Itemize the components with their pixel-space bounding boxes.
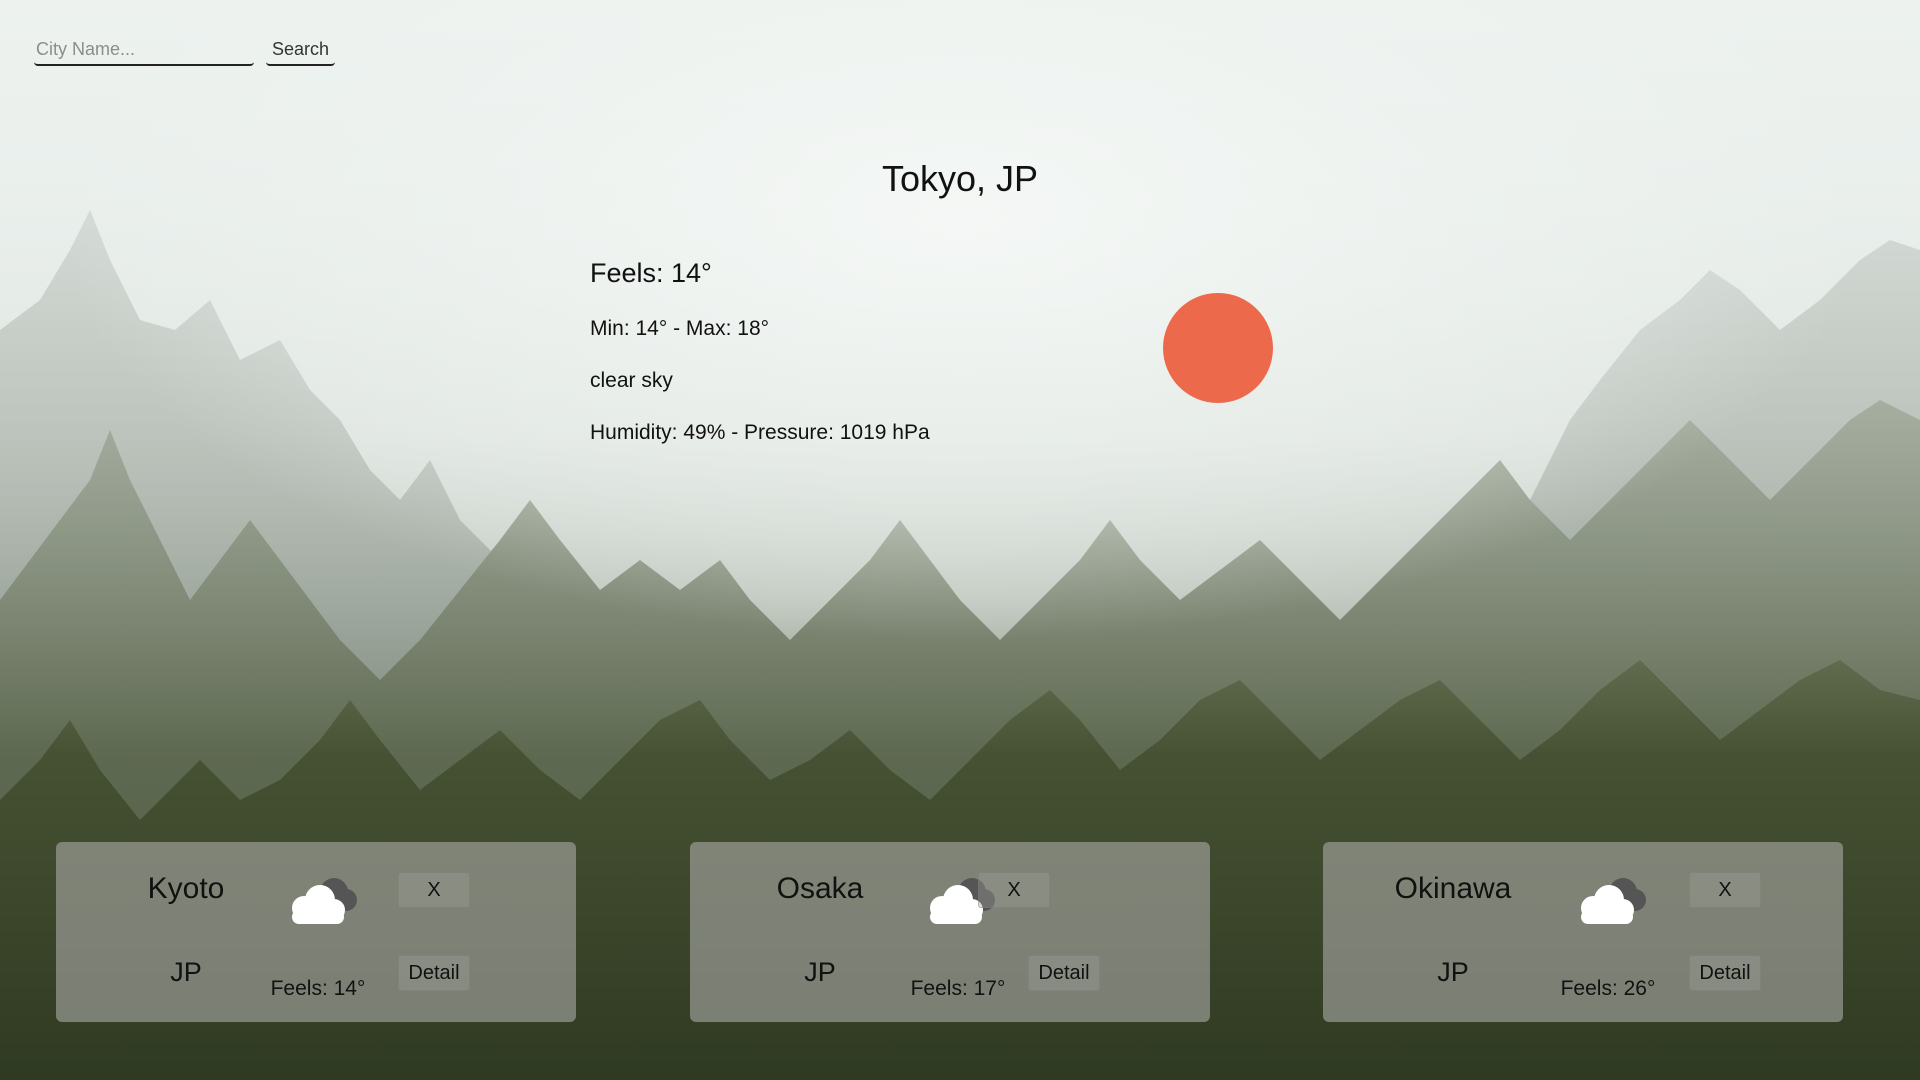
city-search-input[interactable] — [34, 34, 254, 66]
search-bar: Search — [34, 34, 336, 66]
close-card-button[interactable]: X — [978, 872, 1050, 908]
current-city-title: Tokyo, JP — [881, 158, 1039, 199]
card-feels-temp: Feels: 26° — [1560, 977, 1656, 1000]
city-card-okinawa: Okinawa X JP Feels: 26° Detail — [1323, 842, 1843, 1022]
city-card-kyoto: Kyoto X JP Feels: 14° Detail — [56, 842, 576, 1022]
sun-icon — [1163, 293, 1273, 403]
search-button[interactable]: Search — [266, 34, 336, 66]
close-card-button[interactable]: X — [1689, 872, 1761, 908]
card-city-name: Okinawa — [1394, 872, 1512, 905]
card-feels-temp: Feels: 14° — [270, 977, 366, 1000]
city-card-osaka: Osaka X JP Feels: 17° Detail — [690, 842, 1210, 1022]
weather-app: Search Tokyo, JP Feels: 14° Min: 14° - M… — [0, 0, 1920, 1080]
current-description: clear sky — [590, 369, 673, 392]
current-weather-details: Feels: 14° Min: 14° - Max: 18° clear sky… — [590, 258, 930, 473]
current-feels-temp: Feels: 14° — [590, 258, 712, 288]
card-city-name: Kyoto — [147, 872, 225, 905]
current-humidity-pressure: Humidity: 49% - Pressure: 1019 hPa — [590, 421, 930, 444]
cloud-icon — [292, 878, 357, 924]
detail-button[interactable]: Detail — [1689, 955, 1761, 991]
cloud-icon — [1581, 878, 1646, 924]
close-card-button[interactable]: X — [398, 872, 470, 908]
detail-button[interactable]: Detail — [398, 955, 470, 991]
detail-button[interactable]: Detail — [1028, 955, 1100, 991]
current-min-max: Min: 14° - Max: 18° — [590, 317, 770, 340]
card-city-name: Osaka — [776, 872, 864, 905]
